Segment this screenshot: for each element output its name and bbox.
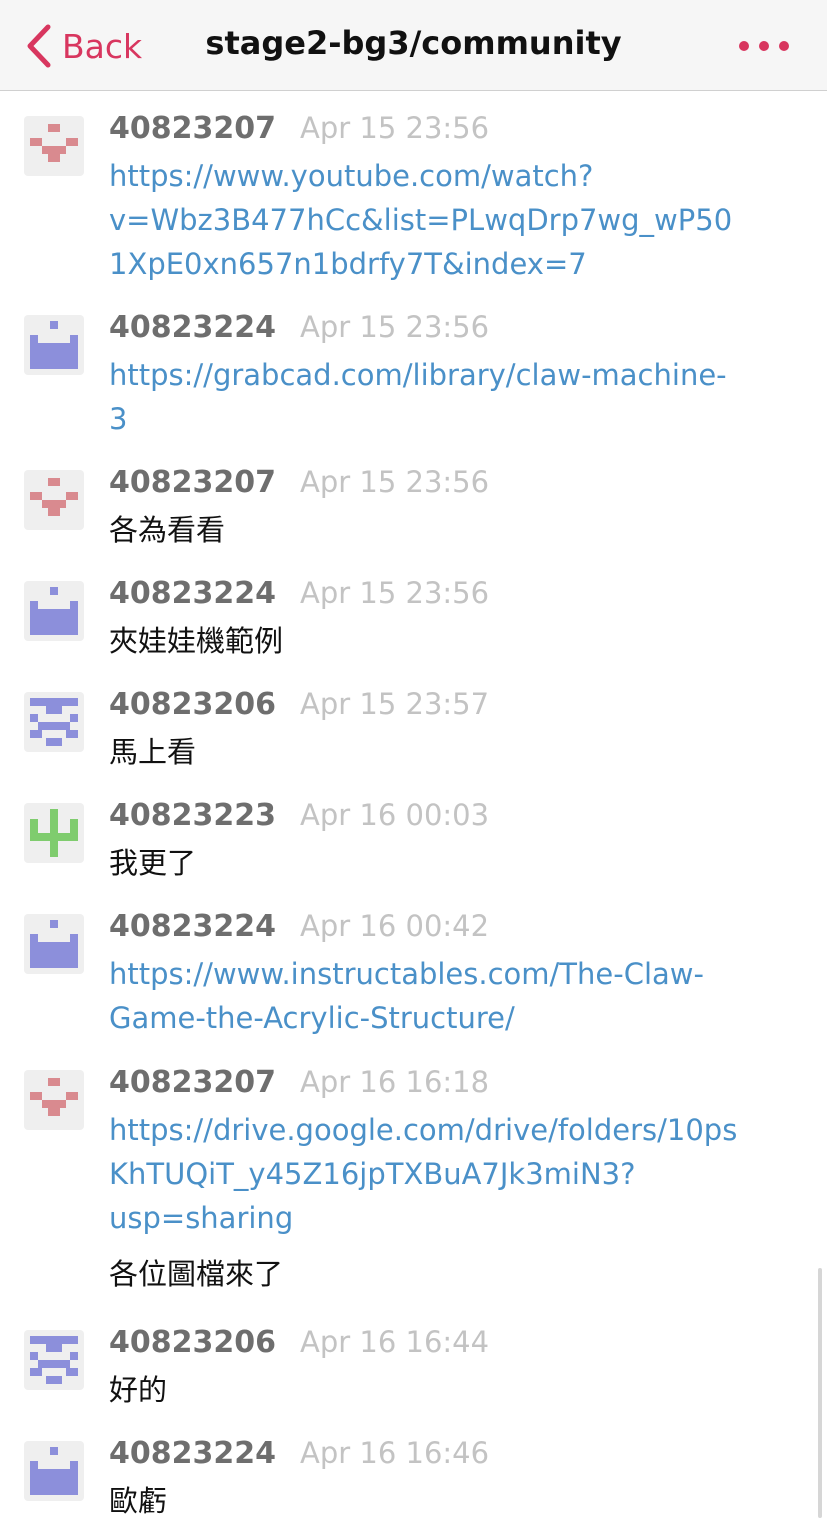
avatar-identicon-purple[interactable]: [24, 1441, 84, 1501]
message-author: 40823206: [109, 686, 276, 722]
message-author: 40823223: [109, 797, 276, 833]
message-time: Apr 15 23:56: [300, 310, 490, 344]
message-link[interactable]: https://www.instructables.com/The-Claw-: [109, 952, 704, 996]
message-link[interactable]: https://grabcad.com/library/claw-machine…: [109, 353, 727, 397]
avatar-identicon-purple[interactable]: [24, 315, 84, 375]
avatar-identicon-red[interactable]: [24, 1070, 84, 1130]
avatar-identicon-red[interactable]: [24, 116, 84, 176]
message-author: 40823207: [109, 464, 276, 500]
message-text: 我更了: [109, 846, 197, 880]
scrollbar[interactable]: [818, 1268, 822, 1518]
message-list[interactable]: 40823207 Apr 15 23:56 https://www.youtub…: [0, 92, 827, 1529]
message-author: 40823207: [109, 1064, 276, 1100]
message-time: Apr 16 16:18: [300, 1065, 490, 1099]
message-author: 40823224: [109, 1435, 276, 1471]
message-time: Apr 15 23:56: [300, 576, 490, 610]
avatar-identicon-blue[interactable]: [24, 1330, 84, 1390]
avatar-identicon-red[interactable]: [24, 470, 84, 530]
message-time: Apr 16 16:44: [300, 1325, 490, 1359]
message-link[interactable]: Game-the-Acrylic-Structure/: [109, 996, 515, 1040]
nav-bar: Back stage2-bg3/community: [0, 0, 827, 91]
message-time: Apr 16 00:03: [300, 798, 490, 832]
message-link[interactable]: KhTUQiT_y45Z16jpTXBuA7Jk3miN3?: [109, 1152, 636, 1196]
message-time: Apr 16 16:46: [300, 1436, 490, 1470]
message-time: Apr 15 23:56: [300, 465, 490, 499]
message-link[interactable]: 1XpE0xn657n1bdrfy7T&index=7: [109, 242, 587, 286]
avatar-identicon-purple[interactable]: [24, 914, 84, 974]
message-time: Apr 15 23:56: [300, 111, 490, 145]
message-text: 歐虧: [109, 1484, 168, 1518]
message-text: 夾娃娃機範例: [109, 624, 284, 658]
avatar-identicon-blue[interactable]: [24, 692, 84, 752]
message-author: 40823224: [109, 309, 276, 345]
message-link[interactable]: https://www.youtube.com/watch?: [109, 154, 593, 198]
chevron-left-icon: [26, 24, 52, 68]
more-dots-icon[interactable]: [734, 36, 794, 56]
avatar-identicon-purple[interactable]: [24, 581, 84, 641]
message-link[interactable]: v=Wbz3B477hCc&list=PLwqDrp7wg_wP50: [109, 198, 732, 242]
message-text: 各位圖檔來了: [109, 1257, 284, 1291]
message-time: Apr 16 00:42: [300, 909, 490, 943]
message-link[interactable]: https://drive.google.com/drive/folders/1…: [109, 1108, 737, 1152]
back-button[interactable]: Back: [26, 22, 142, 70]
page-title: stage2-bg3/community: [205, 24, 622, 62]
message-author: 40823206: [109, 1324, 276, 1360]
message-author: 40823224: [109, 908, 276, 944]
message-author: 40823207: [109, 110, 276, 146]
message-text: 馬上看: [109, 735, 197, 769]
message-author: 40823224: [109, 575, 276, 611]
avatar-identicon-green[interactable]: [24, 803, 84, 863]
message-text: 好的: [109, 1373, 168, 1407]
back-label: Back: [62, 26, 143, 66]
message-link[interactable]: 3: [109, 397, 127, 441]
message-text: 各為看看: [109, 513, 226, 547]
message-link[interactable]: usp=sharing: [109, 1196, 293, 1240]
message-time: Apr 15 23:57: [300, 687, 490, 721]
